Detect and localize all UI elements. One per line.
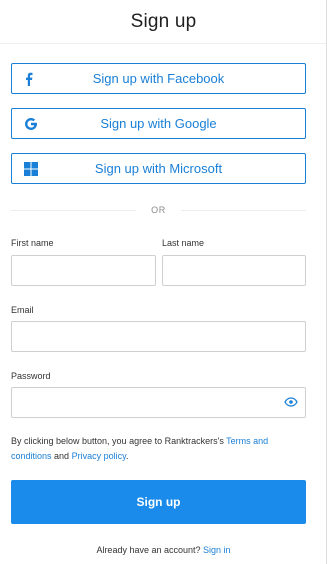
password-label: Password [11,371,51,381]
eye-icon[interactable] [282,394,300,410]
divider-text: OR [151,205,166,215]
terms-middle: and [54,451,70,461]
divider-line-right [181,210,306,211]
email-label: Email [11,305,34,315]
privacy-link[interactable]: Privacy policy [72,451,126,461]
signin-prompt: Already have an account? Sign in [0,545,327,555]
or-divider: OR [11,200,306,220]
google-signup-label: Sign up with Google [100,116,217,131]
google-signup-button[interactable]: Sign up with Google [11,108,306,139]
microsoft-icon [24,161,38,176]
last-name-field[interactable] [162,255,306,286]
first-name-label: First name [11,238,54,248]
microsoft-signup-button[interactable]: Sign up with Microsoft [11,153,306,184]
facebook-signup-label: Sign up with Facebook [92,71,225,86]
terms-text: By clicking below button, you agree to R… [11,434,307,464]
signin-link[interactable]: Sign in [203,545,231,555]
google-icon [24,117,38,131]
page-title: Sign up [130,10,197,32]
terms-suffix: . [125,451,129,461]
divider-line-left [11,210,136,211]
first-name-field[interactable] [11,255,156,286]
password-field[interactable] [11,387,306,418]
email-field[interactable] [11,321,306,352]
facebook-icon [24,72,33,86]
last-name-label: Last name [162,238,205,248]
facebook-signup-button[interactable]: Sign up with Facebook [11,63,306,94]
signup-button[interactable]: Sign up [11,480,306,524]
microsoft-signup-label: Sign up with Microsoft [94,161,223,176]
signin-prompt-text: Already have an account? [96,545,201,555]
terms-prefix: By clicking below button, you agree to R… [11,436,224,446]
page-header: Sign up [0,0,327,44]
